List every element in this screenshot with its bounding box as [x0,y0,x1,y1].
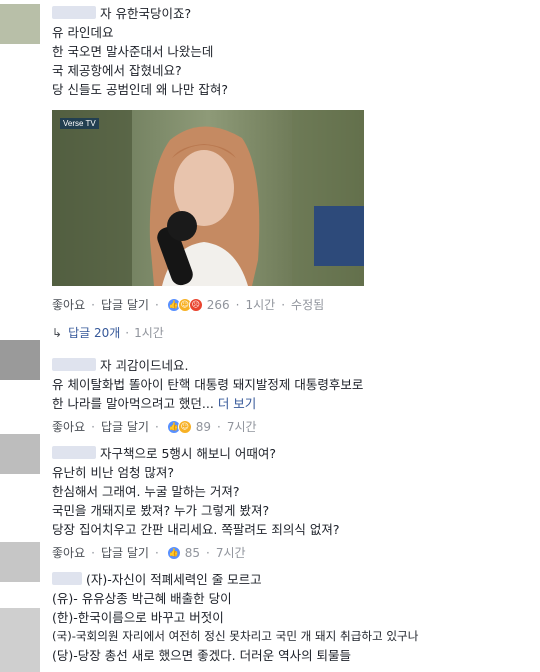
avatar[interactable] [0,4,40,44]
comment-text-line: 한심해서 그래여. 누굴 말하는 거져? [52,484,240,499]
avatar[interactable] [0,340,40,380]
replies-time: 1시간 [134,326,164,340]
like-button[interactable]: 좋아요 [52,544,85,562]
reaction-summary[interactable]: 👍 [166,546,181,560]
author-name[interactable] [52,572,82,585]
edited-label[interactable]: 수정됨 [291,296,324,314]
timestamp[interactable]: 1시간 [246,296,276,314]
replies-link[interactable]: 답글 20개 [68,324,120,342]
author-name[interactable] [52,358,96,371]
comment-text-line: 유 라인데요 [52,25,114,40]
like-reaction-icon: 👍 [166,546,181,560]
comment-text-line: 한 나라를 말아먹으려고 했던... 더 보기 [52,396,257,411]
comment-text-line: 당장 집어치우고 간판 내리세요. 쪽팔려도 죄의식 없져? [52,522,340,537]
comment-text-line: 자구책으로 5행시 해보니 어때여? [52,444,536,463]
author-name[interactable] [52,446,96,459]
comment-photo[interactable]: Verse TV [52,110,364,286]
reply-button[interactable]: 답글 달기 [101,296,149,314]
comment-text-line: 국 제공항에서 잡혔네요? [52,63,182,78]
comment-text-line: (당)-당장 총선 새로 했으면 좋겠다. 더러운 역사의 퇴물들 [52,648,352,663]
comment-text-line: (한)-한국이름으로 바꾸고 버젓이 [52,610,224,625]
comment-text-line: 유난히 비난 엄청 많져? [52,465,175,480]
avatar[interactable] [0,542,40,582]
photo-watermark: Verse TV [60,118,99,129]
comment-text-line: (자)-자신이 적폐세력인 줄 모르고 [52,570,536,589]
avatar[interactable] [0,434,40,474]
avatar-continuation [0,608,40,672]
reaction-count[interactable]: 89 [196,418,211,436]
comment-actions: 좋아요 · 답글 달기 · 👍 ☺ 89 · 7시간 [52,418,257,436]
reaction-count[interactable]: 266 [207,296,230,314]
reaction-summary[interactable]: 👍 ☺ [166,420,192,434]
comment-text-line: 유 체이탈화법 똘아이 탄핵 대통령 돼지발정제 대통령후보로 [52,377,364,392]
comment-text-line: 국민을 개돼지로 봤져? 누가 그렇게 봤져? [52,503,270,518]
like-button[interactable]: 좋아요 [52,418,85,436]
reaction-summary[interactable]: 👍 ☺ ☹ [166,298,203,312]
comment-text-line: 자 유한국당이죠? [52,4,536,23]
timestamp[interactable]: 7시간 [216,544,246,562]
comment-text-line: (유)- 유유상종 박근혜 배출한 당이 [52,591,232,606]
reply-button[interactable]: 답글 달기 [101,544,149,562]
author-name[interactable] [52,6,96,19]
comment-actions: 좋아요 · 답글 달기 · 👍 ☺ ☹ 266 · 1시간 · 수정됨 [52,296,325,314]
comment-text-line: 자 괴감이드네요. [52,356,536,375]
comment-text-line: (국)-국회의원 자리에서 여전히 정신 못차리고 국민 개 돼지 취급하고 있… [52,629,419,643]
view-replies[interactable]: ↳ 답글 20개 · 1시간 [52,324,164,342]
see-more-link[interactable]: 더 보기 [218,396,256,411]
reaction-count[interactable]: 85 [185,544,200,562]
haha-reaction-icon: ☺ [177,420,192,434]
comment-text-line: 당 신들도 공범인데 왜 나만 잡혀? [52,82,229,97]
reply-button[interactable]: 답글 달기 [101,418,149,436]
angry-reaction-icon: ☹ [188,298,203,312]
comment-actions: 좋아요 · 답글 달기 · 👍 85 · 7시간 [52,544,246,562]
like-button[interactable]: 좋아요 [52,296,85,314]
comment-text-line: 한 국오면 말사준대서 나왔는데 [52,44,214,59]
reply-arrow-icon: ↳ [52,326,63,340]
timestamp[interactable]: 7시간 [227,418,257,436]
